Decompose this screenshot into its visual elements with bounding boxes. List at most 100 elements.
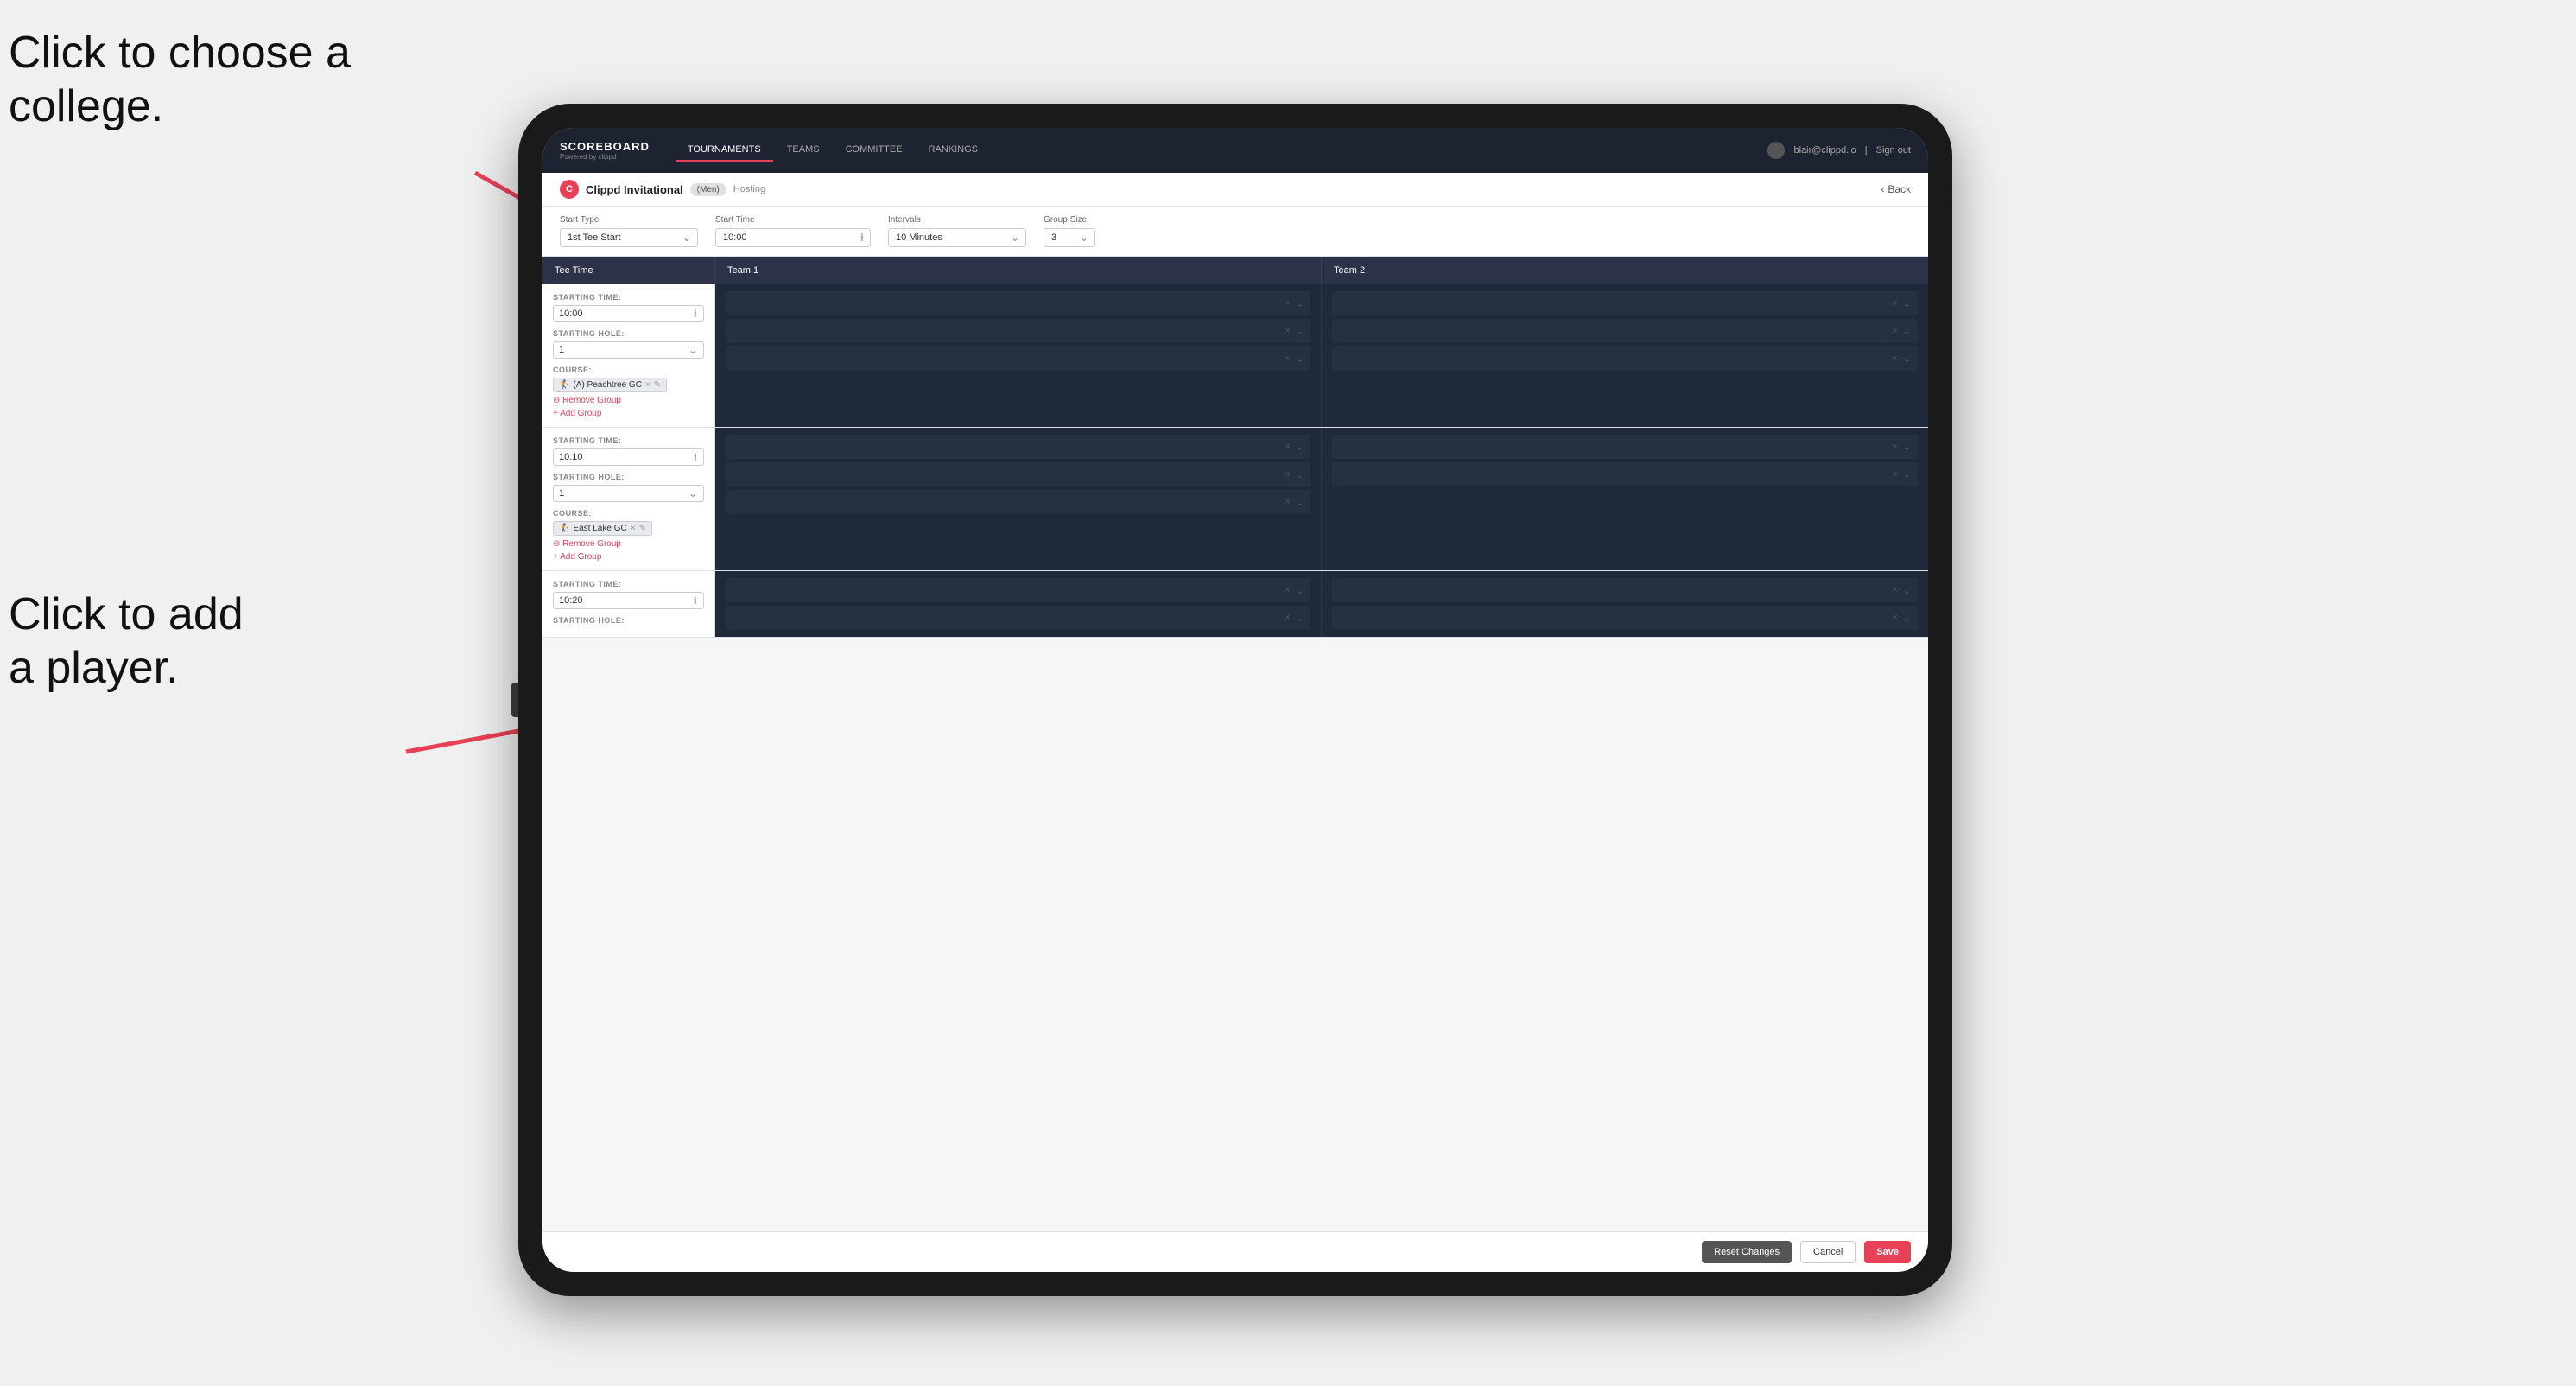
row-2-team2-player2[interactable]: × ⌄ [1332,462,1918,486]
row-1-team1-player2[interactable]: × ⌄ [726,319,1310,343]
row-1-t2p3-arrow[interactable]: ⌄ [1903,353,1911,365]
row-2-time-input[interactable] [553,448,704,466]
back-label[interactable]: Back [1888,183,1911,195]
row-1-t2p3-close[interactable]: × [1892,353,1897,364]
controls-row: Start Type 1st Tee Start Start Time Inte… [542,207,1928,257]
row-1-time-label: STARTING TIME: [553,293,704,302]
row-3-t1p2-close[interactable]: × [1285,613,1290,623]
start-type-select-wrapper: 1st Tee Start [560,228,698,247]
start-time-input[interactable] [715,228,871,247]
row-2-team1-player1[interactable]: × ⌄ [726,435,1310,459]
row-2-t1p2-close[interactable]: × [1285,469,1290,480]
row-1-team1: × ⌄ × ⌄ × ⌄ [715,284,1322,427]
row-2-t1p2-arrow[interactable]: ⌄ [1296,469,1304,480]
clippd-logo: C [560,180,579,199]
row-2-course-tag: 🏌 East Lake GC × ✎ [553,521,652,536]
row-3-t2p1-arrow[interactable]: ⌄ [1903,585,1911,596]
row-2-team2: × ⌄ × ⌄ [1322,428,1928,570]
row-1-team2-player2[interactable]: × ⌄ [1332,319,1918,343]
row-3-team1-player2[interactable]: × ⌄ [726,606,1310,630]
row-3-t2p1-close[interactable]: × [1892,585,1897,595]
row-2-t2p2-close[interactable]: × [1892,469,1897,480]
row-2-t2p2-arrow[interactable]: ⌄ [1903,469,1911,480]
row-2-course-remove[interactable]: × [631,524,636,533]
reset-button[interactable]: Reset Changes [1702,1241,1792,1263]
row-2-t2p1-arrow[interactable]: ⌄ [1903,442,1911,453]
row-2-t2p1-close[interactable]: × [1892,442,1897,452]
row-3-t1p2-arrow[interactable]: ⌄ [1296,613,1304,624]
row-1-course-edit[interactable]: ✎ [654,380,661,390]
row-3-team2-player2[interactable]: × ⌄ [1332,606,1918,630]
start-time-input-wrapper [715,228,871,247]
row-1-t1p2-close[interactable]: × [1285,326,1290,336]
logo-sub: Powered by clippd [560,153,650,161]
row-1-time-input[interactable] [553,305,704,322]
row-3-hole-label: STARTING HOLE: [553,616,704,625]
nav-link-tournaments[interactable]: TOURNAMENTS [676,139,773,162]
row-3-time-label: STARTING TIME: [553,580,704,588]
row-2-team1-player2[interactable]: × ⌄ [726,462,1310,486]
row-1-hole-label: STARTING HOLE: [553,329,704,338]
row-2-hole-select[interactable]: 1 [553,485,704,502]
row-1-add-group[interactable]: + Add Group [553,409,704,418]
group-size-label: Group Size [1044,215,1095,225]
nav-bar: SCOREBOARD Powered by clippd TOURNAMENTS… [542,128,1928,173]
intervals-select[interactable]: 10 Minutes [888,228,1026,247]
row-1-t1p1-arrow[interactable]: ⌄ [1296,298,1304,309]
row-3-t1p1-close[interactable]: × [1285,585,1290,595]
row-3-t2p2-close[interactable]: × [1892,613,1897,623]
row-1-course-remove[interactable]: × [645,380,650,390]
row-3-t2p2-arrow[interactable]: ⌄ [1903,613,1911,624]
row-2-team1-player3[interactable]: × ⌄ [726,490,1310,514]
row-2-add-group[interactable]: + Add Group [553,552,704,562]
row-1-t1p3-arrow[interactable]: ⌄ [1296,353,1304,365]
row-1-t2p1-close[interactable]: × [1892,298,1897,308]
row-1-t2p2-arrow[interactable]: ⌄ [1903,326,1911,337]
row-3-t1p1-arrow[interactable]: ⌄ [1296,585,1304,596]
row-2-course-area: 🏌 East Lake GC × ✎ [553,521,704,536]
nav-link-committee[interactable]: COMMITTEE [834,139,915,162]
row-2-remove-group[interactable]: ⊖ Remove Group [553,539,704,549]
row-3-time-input[interactable] [553,592,704,609]
group-size-select[interactable]: 3 [1044,228,1095,247]
intervals-group: Intervals 10 Minutes [888,215,1026,247]
row-2-t1p1-close[interactable]: × [1285,442,1290,452]
start-type-label: Start Type [560,215,698,225]
row-1-t2p2-close[interactable]: × [1892,326,1897,336]
row-1-course-tag: 🏌 (A) Peachtree GC × ✎ [553,378,667,392]
sign-out-link[interactable]: Sign out [1876,145,1911,156]
start-type-select[interactable]: 1st Tee Start [560,228,698,247]
row-2-team2-player1[interactable]: × ⌄ [1332,435,1918,459]
row-1-t1p2-arrow[interactable]: ⌄ [1296,326,1304,337]
row-2-course-icon: 🏌 [559,524,569,533]
row-3-team1: × ⌄ × ⌄ [715,571,1322,637]
row-2-t1p3-arrow[interactable]: ⌄ [1296,497,1304,508]
footer: Reset Changes Cancel Save [542,1231,1928,1272]
row-2-t1p3-close[interactable]: × [1285,497,1290,507]
row-1-team2-player1[interactable]: × ⌄ [1332,291,1918,315]
nav-link-teams[interactable]: TEAMS [775,139,832,162]
row-3-team2: × ⌄ × ⌄ [1322,571,1928,637]
row-1-t1p1-close[interactable]: × [1285,298,1290,308]
table-header: Tee Time Team 1 Team 2 [542,257,1928,284]
nav-link-rankings[interactable]: RANKINGS [917,139,990,162]
back-button[interactable]: ‹ Back [1881,183,1911,195]
tournament-name: Clippd Invitational [586,183,683,196]
row-2-course-edit[interactable]: ✎ [639,524,646,533]
row-1-team2-player3[interactable]: × ⌄ [1332,346,1918,371]
row-1-team1-player3[interactable]: × ⌄ [726,346,1310,371]
cancel-button[interactable]: Cancel [1800,1241,1856,1263]
row-1-course-label: COURSE: [553,366,704,374]
row-1-team1-player1[interactable]: × ⌄ [726,291,1310,315]
nav-links: TOURNAMENTS TEAMS COMMITTEE RANKINGS [676,139,1768,162]
row-2-hole-label: STARTING HOLE: [553,473,704,481]
row-3-team2-player1[interactable]: × ⌄ [1332,578,1918,602]
row-1-remove-group[interactable]: ⊖ Remove Group [553,396,704,405]
save-button[interactable]: Save [1864,1241,1911,1263]
row-1-t1p3-close[interactable]: × [1285,353,1290,364]
row-1-hole-select[interactable]: 1 [553,341,704,359]
row-2-t1p1-arrow[interactable]: ⌄ [1296,442,1304,453]
row-3-team1-player1[interactable]: × ⌄ [726,578,1310,602]
row-1-t2p1-arrow[interactable]: ⌄ [1903,298,1911,309]
group-size-select-wrapper: 3 [1044,228,1095,247]
